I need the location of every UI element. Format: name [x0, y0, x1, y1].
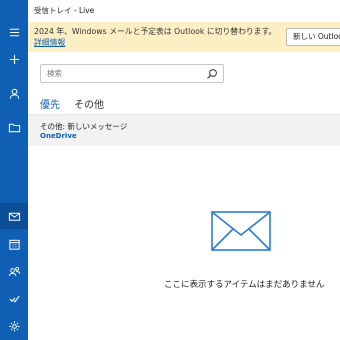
people-icon: [8, 266, 20, 276]
hamburger-menu-icon: [9, 28, 19, 36]
outlook-banner: 2024 年、Windows メールと予定表は Outlook に切り替わります…: [28, 22, 340, 52]
search-icon[interactable]: [206, 68, 218, 80]
search-box: [40, 64, 224, 83]
banner-message: 2024 年、Windows メールと予定表は Outlook に切り替わります…: [34, 26, 282, 48]
empty-state-text: ここに表示するアイテムはまだありません: [164, 280, 325, 290]
window-title: 受信トレイ - Live: [34, 6, 95, 15]
message-title: その他: 新しいメッセージ: [40, 122, 128, 131]
todo-check-icon: [8, 295, 20, 303]
navigation-rail: [0, 0, 28, 340]
try-new-outlook-button[interactable]: 新しい Outlook を試す: [286, 28, 340, 46]
banner-text: 2024 年、Windows メールと予定表は Outlook に切り替わります…: [34, 27, 277, 36]
empty-mail-icon: [211, 211, 271, 251]
title-bar: 受信トレイ - Live: [28, 0, 340, 22]
calendar-icon: [8, 239, 20, 250]
calendar-button[interactable]: [0, 231, 28, 257]
accounts-button[interactable]: [0, 80, 28, 106]
folders-button[interactable]: [0, 114, 28, 140]
tab-other[interactable]: その他: [74, 96, 104, 111]
folder-icon: [8, 123, 20, 132]
learn-more-link[interactable]: 詳細情報: [34, 38, 65, 47]
person-icon: [9, 88, 19, 99]
mail-icon: [8, 212, 20, 221]
new-mail-button[interactable]: [0, 46, 28, 72]
people-button[interactable]: [0, 258, 28, 284]
search-input[interactable]: [47, 67, 202, 80]
tab-focused[interactable]: 優先: [40, 96, 60, 111]
settings-button[interactable]: [0, 313, 28, 339]
message-sender: OneDrive: [40, 132, 77, 140]
mail-button[interactable]: [0, 203, 28, 229]
gear-icon: [8, 320, 20, 332]
message-list-item[interactable]: その他: 新しいメッセージ OneDrive: [28, 115, 340, 146]
main-pane: 受信トレイ - Live 2024 年、Windows メールと予定表は Out…: [28, 0, 340, 340]
hamburger-menu-button[interactable]: [0, 19, 28, 45]
todo-button[interactable]: [0, 285, 28, 311]
plus-icon: [9, 54, 19, 64]
